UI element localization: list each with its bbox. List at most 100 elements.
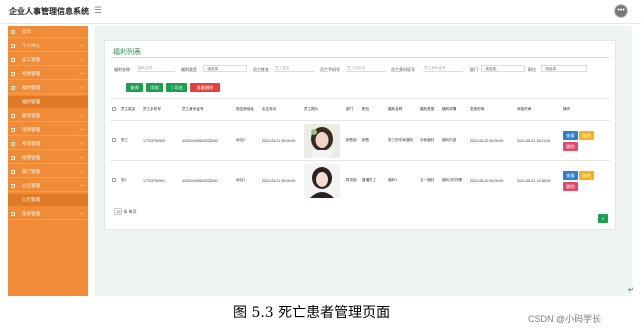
sidebar-item[interactable]: 培训管理 ˅	[8, 124, 88, 136]
menu-item-icon	[11, 184, 15, 188]
sidebar: 首页 个人中心 ˅ 员工管理 ˅ 考勤管理 ˅ 福利管理 ˅ 福利管理 薪资管理 ˅ 培训管理 ˅ 考核管理…	[8, 26, 88, 296]
watermark: CSDN @小码学长	[528, 314, 602, 324]
col-header-address: 现住房地址	[234, 98, 260, 121]
menu-item-icon	[11, 44, 15, 48]
col-header-dept: 部门	[344, 98, 360, 121]
menu-toggle-icon[interactable]: ☰	[94, 5, 102, 16]
menu-item-icon	[11, 128, 15, 132]
chevron-down-icon: ˅	[80, 85, 83, 90]
sidebar-item-label: 考勤管理	[22, 71, 40, 76]
employee-phone-input[interactable]: 员工手机号	[346, 65, 386, 72]
sidebar-item[interactable]: 公告管理	[8, 194, 88, 206]
view-button[interactable]: 查看	[563, 170, 578, 180]
col-header-actions: 操作	[561, 98, 610, 121]
welfare-type-select[interactable]: -请选择-	[203, 65, 247, 72]
chevron-down-icon: ˅	[80, 43, 83, 48]
sidebar-item[interactable]: 首页	[8, 26, 88, 38]
chevron-down-icon: ˅	[80, 155, 83, 160]
page-button[interactable]: 1	[598, 214, 608, 223]
sidebar-item[interactable]: 福利管理 ˅	[8, 82, 88, 94]
chevron-down-icon: ˅	[80, 141, 83, 146]
cell-welfare-name: 福利1	[386, 160, 418, 201]
cell-welfare-detail: 福利内容	[440, 120, 468, 161]
sidebar-item[interactable]: 考核管理 ˅	[8, 138, 88, 150]
sidebar-item-label: 个人中心	[22, 43, 40, 48]
cell-welfare-type: 中秋福利	[418, 120, 440, 161]
delete-button[interactable]: 删除	[563, 141, 578, 151]
chevron-down-icon: ˅	[80, 183, 83, 188]
employee-photo	[304, 123, 340, 158]
cell-birth: 2021-05-21 00:00:00	[260, 160, 302, 201]
sidebar-item-label: 考核管理	[22, 141, 40, 146]
page-size-suffix: 条 每页	[123, 209, 137, 214]
col-header-welfare-detail: 福利详情	[440, 98, 468, 121]
col-header-add-time: 添加时间	[515, 98, 561, 121]
sidebar-item-label: 部门管理	[22, 169, 40, 174]
col-header-issue-time: 发放时间	[468, 98, 515, 121]
chevron-down-icon: ˅	[80, 127, 83, 132]
welfare-name-input[interactable]: 福利名称	[137, 65, 175, 72]
cell-welfare-detail: 福利1的详情	[440, 160, 468, 201]
menu-item-icon	[11, 212, 15, 216]
sidebar-item[interactable]: 考勤管理 ˅	[8, 68, 88, 80]
col-header-name: 员工姓名	[119, 98, 141, 121]
welfare-name-label: 福利名称	[114, 67, 130, 72]
page-size-select[interactable]: 10	[114, 208, 123, 215]
department-select[interactable]: -请选择-	[481, 65, 525, 72]
panel-title: 福利列表	[113, 49, 141, 56]
cell-position: 销售	[360, 120, 386, 161]
table-row: 张1 17703790901 410224199610232001 地址1 20…	[110, 160, 610, 201]
query-button[interactable]: 查询	[126, 83, 143, 92]
col-header-id: 员工身份证号	[180, 98, 234, 121]
batch-delete-button[interactable]: 批量删除	[190, 83, 220, 92]
employee-id-input[interactable]: 员工身份证号	[423, 65, 463, 72]
row-checkbox[interactable]	[112, 178, 116, 183]
menu-item-icon	[11, 170, 15, 174]
edit-button[interactable]: 修改	[579, 170, 594, 180]
select-all-checkbox[interactable]	[110, 98, 119, 121]
department-label: 部门	[470, 67, 478, 72]
row-checkbox[interactable]	[112, 138, 116, 142]
checkbox[interactable]	[112, 107, 116, 111]
menu-item-icon	[11, 86, 15, 90]
chevron-down-icon: ˅	[80, 169, 83, 174]
app-title: 企业人事管理信息系统	[9, 7, 89, 16]
sidebar-item-label: 招聘管理	[22, 155, 40, 160]
position-select[interactable]: -请选择-	[541, 65, 587, 72]
sidebar-item[interactable]: 公告管理 ˅	[8, 180, 88, 192]
sidebar-item-label: 系统管理	[22, 211, 40, 216]
delete-button[interactable]: 删除	[563, 181, 578, 191]
cell-phone: 17703790901	[141, 160, 180, 201]
panel-divider	[111, 57, 609, 58]
col-header-position: 职位	[360, 98, 386, 121]
employee-name-input[interactable]: 员工姓名	[274, 65, 314, 72]
cell-address: 地址2	[234, 120, 260, 161]
sidebar-item[interactable]: 薪资管理 ˅	[8, 110, 88, 122]
chevron-down-icon: ˅	[80, 113, 83, 118]
cell-phone: 17703790903	[141, 120, 180, 161]
edit-button[interactable]: 修改	[579, 130, 594, 140]
export-button[interactable]: ⇩导出	[166, 83, 187, 92]
cell-welfare-type: 五一福利	[418, 160, 440, 201]
view-button[interactable]: 查看	[563, 130, 578, 140]
cell-address: 地址1	[234, 160, 260, 201]
sidebar-item[interactable]: 部门管理 ˅	[8, 166, 88, 178]
sidebar-item[interactable]: 员工管理 ˅	[8, 54, 88, 66]
cell-birth: 2021-05-21 00:00:00	[260, 120, 302, 161]
sidebar-item[interactable]: 福利管理	[8, 96, 88, 108]
cell-photo	[302, 160, 344, 201]
cell-name: 张1	[119, 160, 141, 201]
user-avatar[interactable]: •••	[614, 4, 628, 18]
sidebar-item[interactable]: 招聘管理 ˅	[8, 152, 88, 164]
menu-item-icon	[11, 114, 15, 118]
col-header-phone: 员工手机号	[141, 98, 180, 121]
menu-item-icon	[11, 30, 15, 34]
sidebar-item[interactable]: 系统管理 ˅	[8, 208, 88, 220]
sidebar-item[interactable]: 个人中心 ˅	[8, 40, 88, 52]
add-button[interactable]: 添加	[146, 83, 163, 92]
position-label: 职位	[528, 67, 536, 72]
paragraph-mark-icon: ↵	[628, 287, 634, 294]
employee-id-label: 员工身份证号	[391, 67, 415, 72]
sidebar-item-label: 福利管理	[22, 99, 40, 104]
employee-name-label: 员工姓名	[253, 67, 269, 72]
